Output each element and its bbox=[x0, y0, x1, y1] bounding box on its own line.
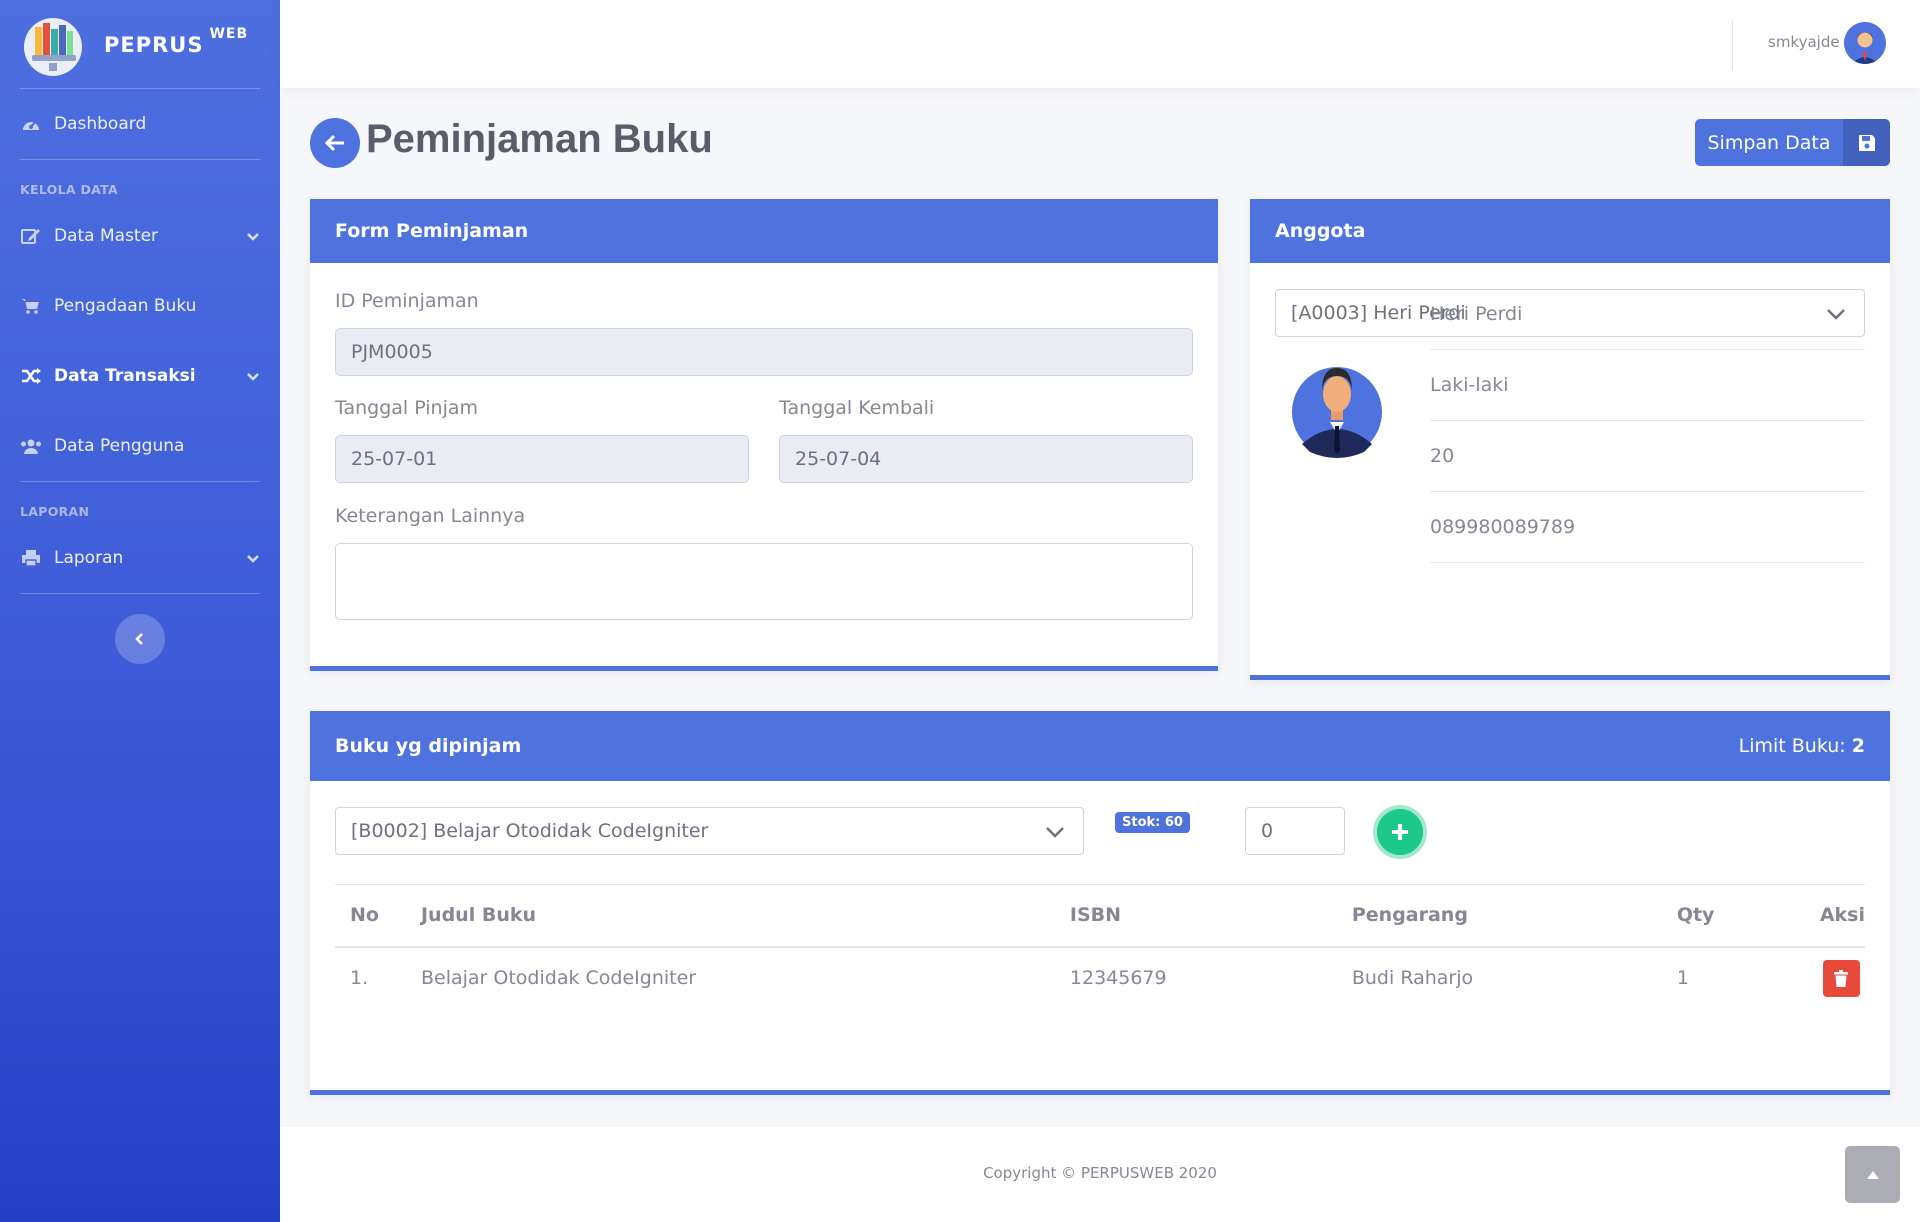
chevron-down-icon bbox=[246, 551, 260, 565]
cell-pengarang: Budi Raharjo bbox=[1351, 967, 1474, 989]
sidebar-item-label: Data Pengguna bbox=[54, 436, 185, 456]
save-icon bbox=[1843, 119, 1890, 166]
sidebar-item-label: Dashboard bbox=[54, 114, 147, 134]
copyright-text: Copyright © PERPUSWEB 2020 bbox=[983, 1164, 1217, 1182]
tgl-pinjam-label: Tanggal Pinjam bbox=[335, 397, 479, 419]
limit-buku: Limit Buku: 2 bbox=[1739, 735, 1865, 757]
card-header-title: Buku yg dipinjam bbox=[335, 735, 522, 757]
user-name[interactable]: smkyajde bbox=[1768, 33, 1840, 51]
limit-label: Limit Buku: bbox=[1738, 735, 1846, 757]
table-row: 1. Belajar Otodidak CodeIgniter 12345679… bbox=[335, 947, 1865, 1009]
book-select[interactable]: [B0002] Belajar Otodidak CodeIgniter bbox=[335, 807, 1084, 855]
users-icon bbox=[20, 437, 42, 455]
tgl-kembali-field[interactable]: 25-07-04 bbox=[779, 435, 1193, 483]
sidebar-item-data-pengguna[interactable]: Data Pengguna bbox=[0, 411, 280, 481]
form-peminjaman-card: Form Peminjaman ID Peminjaman PJM0005 Ta… bbox=[310, 199, 1218, 671]
table-header-row: No Judul Buku ISBN Pengarang Qty Aksi bbox=[335, 884, 1865, 948]
sidebar-item-dashboard[interactable]: Dashboard bbox=[0, 89, 280, 159]
add-book-button[interactable] bbox=[1373, 805, 1427, 859]
save-button-label: Simpan Data bbox=[1707, 131, 1831, 154]
arrow-left-icon bbox=[324, 134, 344, 152]
limit-value: 2 bbox=[1851, 735, 1865, 757]
column-header: Pengarang bbox=[1336, 884, 1662, 948]
footer: Copyright © PERPUSWEB 2020 bbox=[280, 1127, 1920, 1222]
plus-icon bbox=[1392, 824, 1408, 840]
print-icon bbox=[20, 549, 42, 567]
card-header: Form Peminjaman bbox=[310, 199, 1218, 263]
avatar[interactable] bbox=[1844, 22, 1886, 64]
id-peminjaman-field[interactable]: PJM0005 bbox=[335, 328, 1193, 376]
chevron-up-icon bbox=[1866, 1170, 1879, 1179]
column-header: Judul Buku bbox=[405, 884, 1055, 948]
topbar: smkyajde bbox=[280, 0, 1920, 88]
keterangan-label: Keterangan Lainnya bbox=[335, 505, 526, 527]
scroll-to-top-button[interactable] bbox=[1845, 1146, 1900, 1203]
brand-name: PEPRUS bbox=[104, 32, 204, 57]
column-header: Aksi bbox=[1804, 884, 1865, 948]
shopping-cart-icon bbox=[20, 297, 42, 315]
brand[interactable]: PEPRUS WEB bbox=[0, 0, 280, 88]
sidebar-toggle-button[interactable] bbox=[115, 614, 165, 664]
borrowed-books-table: No Judul Buku ISBN Pengarang Qty Aksi 1.… bbox=[335, 884, 1865, 1009]
column-header: Qty bbox=[1661, 884, 1805, 948]
save-button[interactable]: Simpan Data bbox=[1695, 119, 1890, 166]
sidebar-item-label: Data Transaksi bbox=[54, 366, 196, 386]
sidebar-item-data-master[interactable]: Data Master bbox=[0, 201, 280, 271]
sidebar-item-label: Data Master bbox=[54, 226, 159, 246]
sidebar-divider bbox=[20, 593, 260, 594]
sidebar-item-pengadaan[interactable]: Pengadaan Buku bbox=[0, 271, 280, 341]
cell-qty: 1 bbox=[1676, 967, 1689, 989]
card-header: Anggota bbox=[1250, 199, 1890, 263]
cell-isbn: 12345679 bbox=[1069, 967, 1167, 989]
sidebar-item-data-transaksi[interactable]: Data Transaksi bbox=[0, 341, 280, 411]
library-logo-icon bbox=[20, 11, 86, 77]
brand-sup: WEB bbox=[209, 25, 249, 42]
chevron-down-icon bbox=[1045, 822, 1065, 847]
tgl-pinjam-field[interactable]: 25-07-01 bbox=[335, 435, 749, 483]
chevron-left-icon bbox=[135, 633, 143, 645]
book-select-value: [B0002] Belajar Otodidak CodeIgniter bbox=[351, 820, 709, 842]
sidebar-item-label: Laporan bbox=[54, 548, 124, 568]
member-phone: 089980089789 bbox=[1430, 492, 1865, 563]
card-header: Buku yg dipinjam Limit Buku: 2 bbox=[310, 711, 1890, 781]
back-button[interactable] bbox=[310, 118, 360, 168]
sidebar-item-label: Pengadaan Buku bbox=[54, 296, 197, 316]
keterangan-textarea[interactable] bbox=[335, 543, 1193, 620]
cell-no: 1. bbox=[350, 967, 369, 989]
stok-badge: Stok: 60 bbox=[1115, 812, 1190, 833]
member-avatar bbox=[1292, 364, 1382, 459]
column-header: ISBN bbox=[1054, 884, 1337, 948]
topbar-divider bbox=[1732, 20, 1733, 70]
cell-aksi bbox=[1805, 947, 1865, 1009]
sidebar-section-heading: LAPORAN bbox=[20, 504, 90, 519]
trash-icon bbox=[1834, 969, 1849, 987]
quantity-input[interactable]: 0 bbox=[1245, 807, 1345, 855]
member-name: Heri Perdi bbox=[1430, 279, 1865, 350]
sidebar: PEPRUS WEB Dashboard KELOLA DATA Data Mas… bbox=[0, 0, 280, 1222]
member-gender: Laki-laki bbox=[1430, 350, 1865, 421]
page-title: Peminjaman Buku bbox=[366, 117, 713, 161]
tgl-kembali-label: Tanggal Kembali bbox=[779, 397, 935, 419]
member-age: 20 bbox=[1430, 421, 1865, 492]
cell-judul: Belajar Otodidak CodeIgniter bbox=[420, 967, 697, 989]
random-icon bbox=[20, 367, 42, 385]
delete-row-button[interactable] bbox=[1822, 959, 1860, 997]
sidebar-item-laporan[interactable]: Laporan bbox=[0, 523, 280, 593]
id-label: ID Peminjaman bbox=[335, 290, 479, 312]
buku-dipinjam-card: Buku yg dipinjam Limit Buku: 2 [B0002] B… bbox=[310, 711, 1890, 1095]
anggota-card: Anggota [A0003] Heri Perdi Heri Perdi La… bbox=[1250, 199, 1890, 680]
tachometer-icon bbox=[20, 115, 42, 133]
column-header: No bbox=[335, 884, 406, 948]
chevron-down-icon bbox=[246, 369, 260, 383]
chevron-down-icon bbox=[246, 229, 260, 243]
sidebar-section-heading: KELOLA DATA bbox=[20, 182, 118, 197]
edit-icon bbox=[20, 227, 42, 245]
